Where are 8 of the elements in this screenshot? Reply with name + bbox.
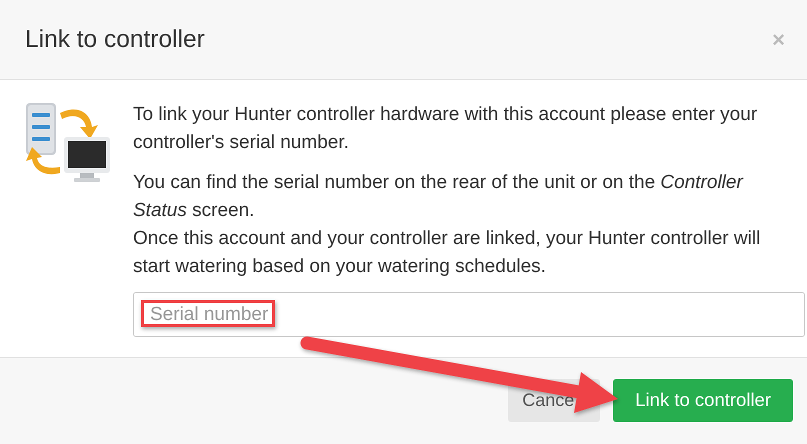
close-button[interactable]: × <box>772 26 785 52</box>
instruction-text: You can find the serial number on the rear of the unit or on the Controller Status screen. <box>133 171 744 223</box>
instruction-text: To link your Hunter controller hardware with this account please enter your controller's serial number. <box>133 103 758 155</box>
instruction-text: Once this account and your controller are linked, your Hunter controller will start watering based on your watering schedules. <box>133 227 762 279</box>
dialog-title: Link to controller <box>25 26 205 54</box>
link-button[interactable]: Link to controller <box>613 378 793 422</box>
server-monitor-sync-icon <box>24 101 112 183</box>
serial-number-field[interactable]: Serial number <box>133 292 805 337</box>
